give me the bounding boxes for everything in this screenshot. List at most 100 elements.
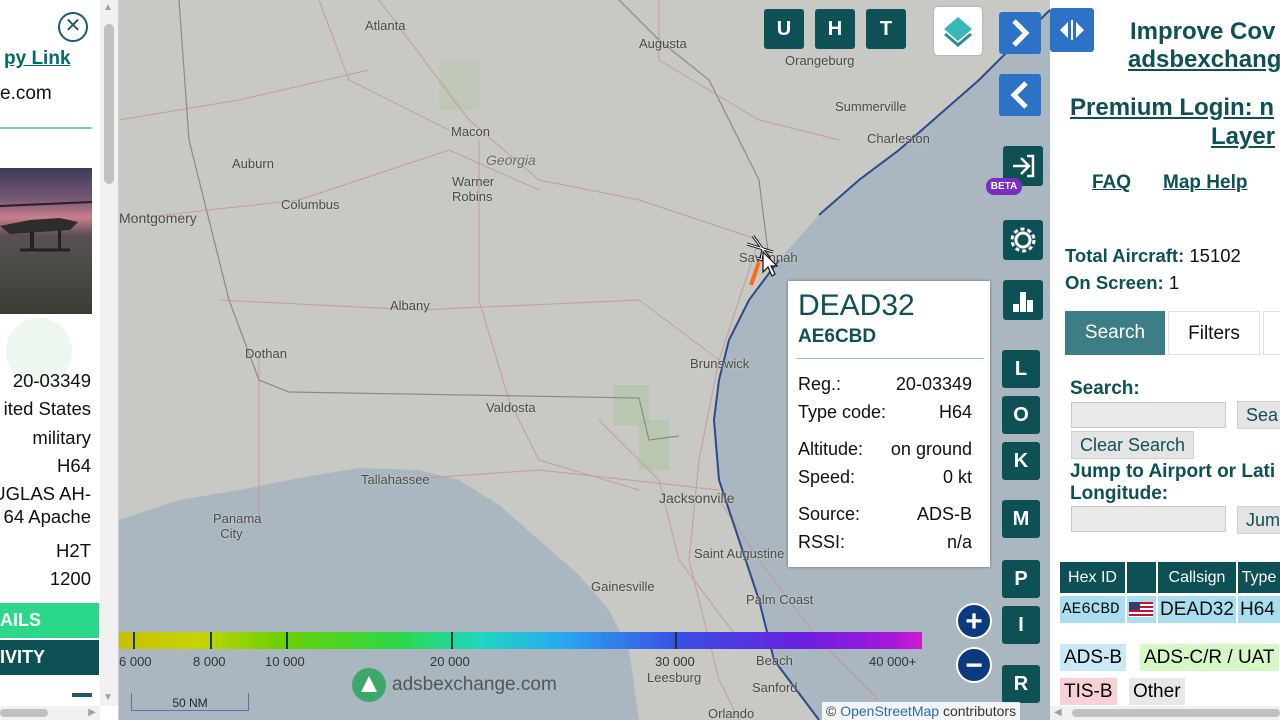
legend-other: Other [1129, 678, 1185, 705]
popup-type-label: Type code: [798, 402, 887, 422]
toggle-m-button[interactable]: M [1002, 500, 1040, 538]
divider [0, 127, 92, 129]
zoom-out-button[interactable]: − [956, 647, 992, 683]
city-label: Columbus [281, 197, 340, 212]
copyright-symbol: © [826, 703, 837, 719]
on-screen-value: 1 [1168, 272, 1180, 293]
search-input[interactable] [1071, 402, 1226, 428]
copy-link[interactable]: py Link [4, 48, 71, 70]
aircraft-marker-icon[interactable] [739, 228, 789, 278]
toggle-l-button[interactable]: L [1002, 350, 1040, 388]
details-button[interactable]: AILS [0, 603, 99, 638]
toggle-h-button[interactable]: H [815, 9, 855, 49]
scroll-left-arrow-icon[interactable]: ◀ [1054, 707, 1062, 718]
row-callsign[interactable]: DEAD32 [1158, 596, 1236, 623]
table-header-flag[interactable] [1127, 562, 1156, 593]
aircraft-photo[interactable] [0, 168, 92, 314]
layers-icon [944, 17, 972, 47]
row-hex[interactable]: AE6CBD [1060, 596, 1125, 623]
expand-horizontal-icon [1060, 20, 1084, 40]
popup-rssi-value: n/a [946, 532, 972, 552]
close-icon[interactable]: ✕ [58, 12, 88, 42]
adsbexchange-link[interactable]: adsbexchang [1128, 46, 1280, 74]
popup-source-label: Source: [798, 504, 861, 524]
scroll-thumb[interactable] [0, 709, 48, 717]
popup-reg-value: 20-03349 [895, 374, 972, 394]
right-horizontal-scrollbar[interactable]: ◀ [1050, 706, 1280, 720]
tab-filters[interactable]: Filters [1168, 311, 1260, 355]
city-label: Jacksonville [659, 490, 735, 506]
aircraft-popup[interactable]: DEAD32 AE6CBD Reg.: 20-03349 Type code: … [788, 281, 990, 567]
expand-sidebar-button[interactable] [999, 12, 1041, 54]
map-help-link[interactable]: Map Help [1163, 172, 1247, 194]
on-screen-label: On Screen: [1065, 272, 1164, 293]
adsb-exchange-app: ✕ py Link e.com 20-03349 ited States mil… [0, 0, 1280, 720]
popup-reg-label: Reg.: [798, 374, 842, 394]
scroll-right-arrow-icon[interactable]: ▶ [88, 707, 96, 718]
row-type[interactable]: H64 [1238, 596, 1280, 623]
jump-to-input[interactable] [1071, 506, 1226, 532]
city-label: Charleston [867, 131, 930, 146]
city-label: Brunswick [690, 356, 750, 371]
adsbexchange-watermark: adsbexchange.com [352, 668, 557, 702]
activity-button[interactable]: IVITY [0, 640, 99, 675]
toggle-t-button[interactable]: T [866, 9, 906, 49]
scroll-thumb[interactable] [1072, 709, 1280, 717]
city-label: Warner Robins [452, 174, 495, 204]
premium-layer-link[interactable]: Layer [1211, 123, 1275, 151]
left-horizontal-scrollbar[interactable]: ▶ [0, 706, 100, 720]
tab-search[interactable]: Search [1065, 311, 1165, 355]
right-sidebar: Improve Cov adsbexchang Premium Login: n… [1050, 0, 1280, 720]
openstreetmap-link[interactable]: OpenStreetMap [840, 703, 939, 719]
toggle-o-button[interactable]: O [1002, 396, 1040, 434]
bar-chart-icon [1013, 292, 1033, 312]
faq-link[interactable]: FAQ [1092, 172, 1131, 194]
row-flag[interactable] [1127, 596, 1156, 623]
adsbexchange-logo-icon [352, 668, 386, 702]
zoom-in-button[interactable]: + [956, 603, 992, 639]
scale-tick [286, 632, 288, 649]
table-header-hex[interactable]: Hex ID [1060, 562, 1125, 593]
tab-more[interactable] [1263, 311, 1280, 355]
popup-hex-id: AE6CBD [798, 326, 877, 347]
city-label: Palm Coast [746, 592, 814, 607]
settings-button[interactable] [1003, 220, 1043, 260]
toggle-r-button[interactable]: R [1002, 665, 1040, 703]
search-label: Search: [1070, 378, 1140, 399]
toggle-p-button[interactable]: P [1002, 560, 1040, 598]
city-label: Orangeburg [785, 53, 855, 68]
city-label: Beach [756, 653, 793, 668]
table-header-type[interactable]: Type [1238, 562, 1280, 593]
total-aircraft-value: 15102 [1189, 245, 1241, 266]
toggle-sidebar-width-button[interactable] [1050, 8, 1094, 52]
city-label: Panama City [213, 511, 262, 541]
toggle-i-button[interactable]: I [1002, 606, 1040, 644]
collapse-handle[interactable] [72, 693, 92, 697]
toggle-k-button[interactable]: K [1002, 442, 1040, 480]
scroll-down-arrow-icon[interactable]: ▼ [103, 692, 113, 703]
popup-divider [796, 358, 984, 359]
scale-label: 8 000 [193, 654, 226, 669]
scroll-thumb[interactable] [104, 24, 114, 184]
us-flag-icon [1129, 602, 1153, 617]
toggle-u-button[interactable]: U [764, 9, 804, 49]
search-button[interactable]: Sea [1237, 401, 1280, 429]
city-label: Montgomery [119, 210, 197, 226]
country-value: ited States [3, 398, 91, 419]
jump-button[interactable]: Jum [1237, 506, 1280, 534]
chevron-left-icon [1010, 81, 1028, 109]
table-header-callsign[interactable]: Callsign [1158, 562, 1236, 593]
city-label: Summerville [835, 99, 907, 114]
scale-label: 20 000 [430, 654, 470, 669]
popup-type-value: H64 [938, 402, 972, 422]
watermark-text: adsbexchange.com [392, 674, 557, 696]
type-code-value: H64 [57, 455, 91, 476]
premium-login-link[interactable]: Premium Login: n [1070, 94, 1274, 122]
collapse-sidebar-button[interactable] [999, 74, 1041, 116]
scroll-up-arrow-icon[interactable]: ▲ [103, 2, 113, 13]
left-vertical-scrollbar[interactable]: ▲ ▼ [100, 0, 118, 706]
clear-search-button[interactable]: Clear Search [1071, 431, 1195, 459]
altitude-chart-button[interactable] [1003, 280, 1043, 320]
layers-button[interactable] [934, 7, 982, 55]
scale-label: 30 000 [655, 654, 695, 669]
